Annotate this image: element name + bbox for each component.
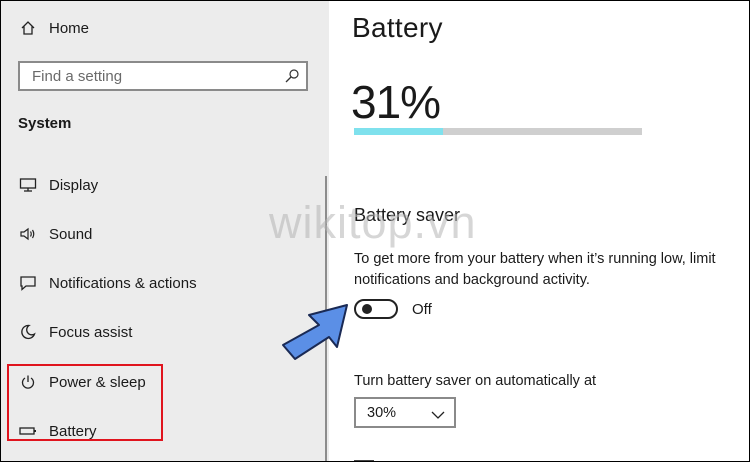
moon-icon [18,322,38,342]
section-title: System [18,115,72,132]
sidebar-item-label: Focus assist [49,323,133,341]
toggle-knob [362,304,372,314]
search-input[interactable] [30,66,284,86]
page-title: Battery [352,12,443,43]
auto-battery-saver-label: Turn battery saver on automatically at [354,373,597,389]
toggle-state-label: Off [412,301,432,318]
auto-threshold-dropdown[interactable]: 30% [354,397,456,428]
watermark-text: wikitop.vn [269,197,477,248]
battery-percentage: 31% [351,76,441,128]
sidebar-item-label: Sound [49,225,93,243]
sidebar-item-display[interactable]: Display [18,173,98,197]
chevron-down-icon [431,407,445,419]
pointer-arrow-icon [282,304,348,360]
dropdown-value: 30% [367,404,397,421]
sidebar-item-focus-assist[interactable]: Focus assist [18,320,132,344]
description-line: notifications and background activity. [354,272,590,288]
battery-saver-toggle[interactable] [354,299,398,319]
home-icon [18,18,38,38]
battery-saver-description: To get more from your battery when it’s … [354,249,749,291]
search-field[interactable] [18,61,308,91]
highlight-box [7,364,163,441]
search-icon[interactable] [284,68,300,84]
sidebar-item-label: Notifications & actions [49,274,197,292]
notification-icon [18,273,38,293]
speaker-icon [18,224,38,244]
sidebar-item-home[interactable]: Home [18,16,89,40]
sidebar-item-notifications[interactable]: Notifications & actions [18,271,197,295]
sidebar-item-label: Display [49,176,99,194]
battery-level-fill [354,128,444,135]
battery-level-bar [354,128,642,135]
settings-window: Home System Display Sound Notifica [0,0,750,462]
monitor-icon [18,175,38,195]
home-label: Home [49,19,90,37]
sidebar-item-sound[interactable]: Sound [18,222,92,246]
description-line: To get more from your battery when it’s … [354,251,716,267]
